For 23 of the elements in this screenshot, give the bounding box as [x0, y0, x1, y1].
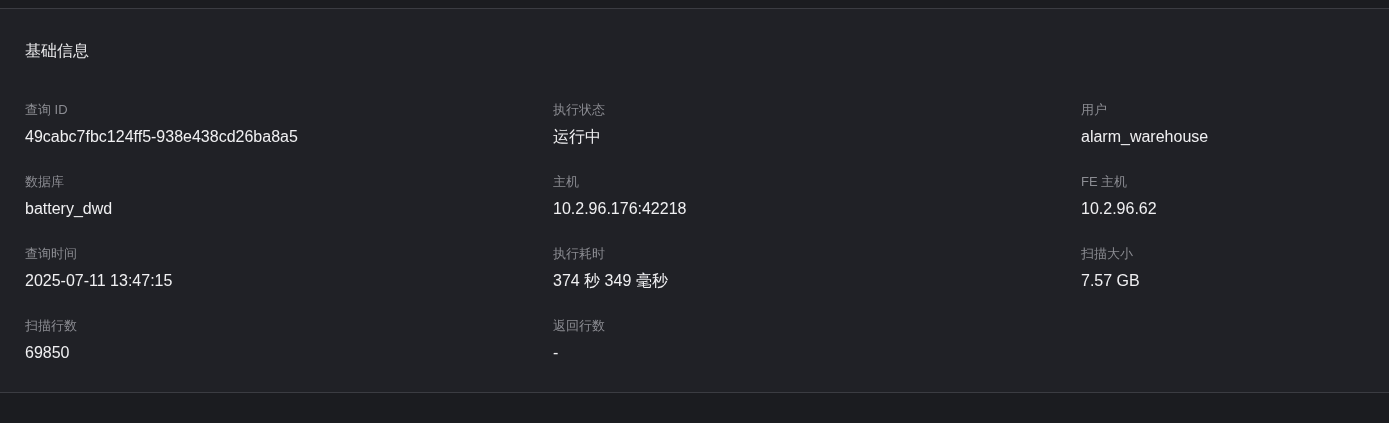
field-label: 扫描大小	[1081, 245, 1134, 263]
field-value: battery_dwd	[25, 199, 114, 219]
field-label: 执行状态	[553, 101, 606, 119]
field-label: 数据库	[25, 173, 65, 191]
field-label: FE 主机	[1081, 173, 1129, 191]
field-label: 执行耗时	[553, 245, 606, 263]
field-value: -	[553, 343, 560, 363]
field-value: 10.2.96.62	[1081, 199, 1158, 219]
field-value: 运行中	[553, 127, 602, 147]
section-title: 基础信息	[25, 41, 90, 61]
field-value: 2025-07-11 13:47:15	[25, 271, 174, 291]
field-value: 69850	[25, 343, 71, 363]
field-value: 49cabc7fbc124ff5-938e438cd26ba8a5	[25, 127, 299, 147]
field-label: 用户	[1081, 101, 1108, 119]
field-label: 扫描行数	[25, 317, 78, 335]
field-value: alarm_warehouse	[1081, 127, 1210, 147]
field-value: 10.2.96.176:42218	[553, 199, 688, 219]
field-label: 主机	[553, 173, 580, 191]
field-label: 查询时间	[25, 245, 78, 263]
field-label: 查询 ID	[25, 101, 69, 119]
field-label: 返回行数	[553, 317, 606, 335]
field-value: 374 秒 349 毫秒	[553, 271, 669, 291]
field-value: 7.57 GB	[1081, 271, 1141, 291]
